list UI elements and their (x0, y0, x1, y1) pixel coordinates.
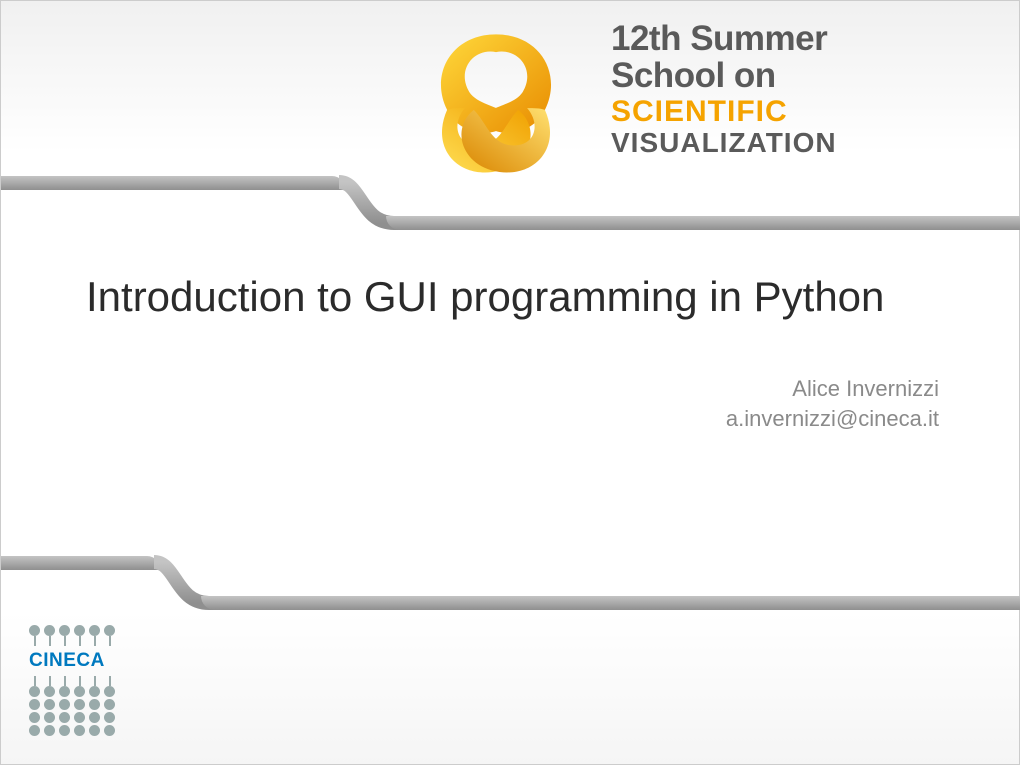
slide-title: Introduction to GUI programming in Pytho… (86, 271, 939, 324)
abacus-icon-bottom (29, 676, 115, 736)
slide-content: Introduction to GUI programming in Pytho… (86, 271, 939, 435)
cineca-logo: CINECA (29, 625, 115, 736)
event-branding: 12th Summer School on SCIENTIFIC VISUALI… (406, 21, 837, 181)
author-name: Alice Invernizzi (86, 374, 939, 405)
slide-header: 12th Summer School on SCIENTIFIC VISUALI… (1, 1, 1019, 241)
abacus-icon (29, 625, 115, 646)
event-line-1: 12th Summer (611, 21, 837, 58)
trefoil-knot-icon (406, 21, 586, 181)
event-line-2: School on (611, 58, 837, 95)
divider-band-bottom (1, 556, 1019, 570)
event-line-4: VISUALIZATION (611, 128, 837, 159)
event-line-3: SCIENTIFIC (611, 95, 837, 128)
event-title: 12th Summer School on SCIENTIFIC VISUALI… (611, 21, 837, 158)
cineca-name: CINECA (29, 650, 115, 672)
divider-band-top (1, 176, 1019, 190)
author-email: a.invernizzi@cineca.it (86, 404, 939, 435)
